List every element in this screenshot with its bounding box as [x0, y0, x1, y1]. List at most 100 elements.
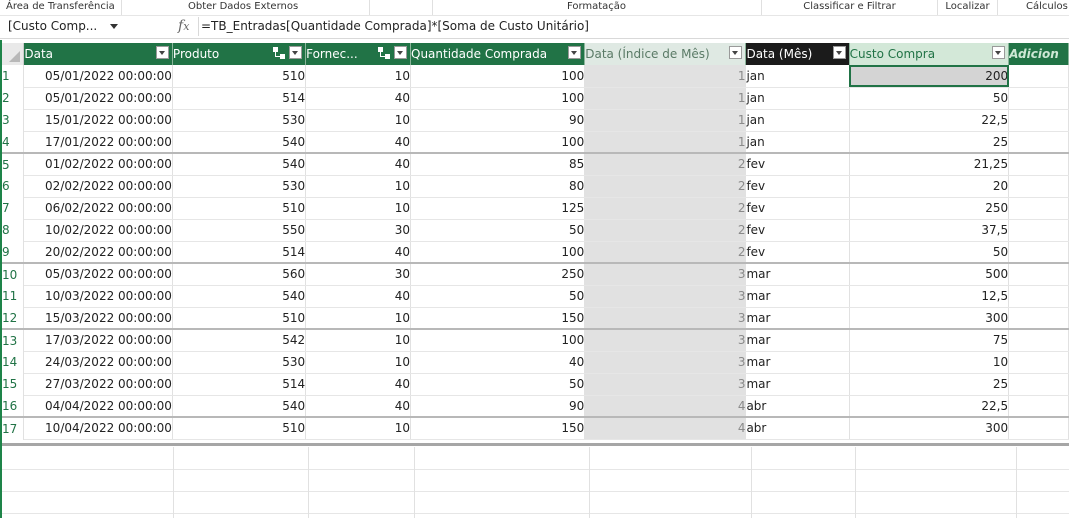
cell-quantidade[interactable]: 125 — [410, 197, 586, 220]
cell-data[interactable]: 27/03/2022 00:00:00 — [23, 373, 173, 396]
cell-custo-compra[interactable]: 50 — [849, 241, 1010, 264]
table-row[interactable]: 15 27/03/2022 00:00:00 514 40 50 3 mar 25 — [2, 373, 1069, 396]
cell-custo-compra[interactable]: 20 — [849, 175, 1010, 198]
cell-add-column[interactable] — [1008, 131, 1069, 154]
cell-produto[interactable]: 510 — [172, 65, 307, 88]
cell-produto[interactable]: 540 — [172, 285, 307, 308]
cell-indice-mes[interactable]: 2 — [584, 175, 747, 198]
row-number[interactable]: 7 — [2, 197, 25, 219]
cell-add-column[interactable] — [1008, 263, 1069, 286]
table-row[interactable]: 16 04/04/2022 00:00:00 540 40 90 4 abr 22,5 — [2, 395, 1069, 418]
cell-fornecedor[interactable]: 10 — [305, 109, 411, 132]
cell-produto[interactable]: 540 — [172, 395, 307, 418]
cell-mes[interactable]: jan — [745, 131, 850, 154]
row-number[interactable]: 10 — [2, 263, 25, 285]
row-number[interactable]: 9 — [2, 241, 25, 264]
cell-mes[interactable]: mar — [745, 285, 850, 308]
cell-produto[interactable]: 510 — [172, 197, 307, 220]
cell-add-column[interactable] — [1008, 395, 1069, 418]
cell-fornecedor[interactable]: 40 — [305, 87, 411, 110]
cell-quantidade[interactable]: 100 — [410, 241, 586, 264]
cell-fornecedor[interactable]: 30 — [305, 263, 411, 286]
cell-produto[interactable]: 514 — [172, 87, 307, 110]
cell-data[interactable]: 01/02/2022 00:00:00 — [23, 153, 173, 176]
cell-indice-mes[interactable]: 3 — [584, 373, 747, 396]
filter-dropdown-icon[interactable] — [992, 46, 1006, 59]
cell-mes[interactable]: mar — [745, 373, 850, 396]
cell-custo-compra[interactable]: 12,5 — [849, 285, 1010, 308]
row-number[interactable]: 3 — [2, 109, 25, 131]
cell-fornecedor[interactable]: 10 — [305, 329, 411, 352]
cell-add-column[interactable] — [1008, 351, 1069, 374]
cell-indice-mes[interactable]: 2 — [584, 219, 747, 242]
cell-indice-mes[interactable]: 3 — [584, 329, 747, 352]
column-header-data[interactable]: Data — [23, 43, 173, 65]
cell-quantidade[interactable]: 100 — [410, 131, 586, 154]
cell-mes[interactable]: mar — [745, 329, 850, 352]
cell-custo-compra[interactable]: 10 — [849, 351, 1010, 374]
cell-mes[interactable]: fev — [745, 219, 850, 242]
cell-data[interactable]: 15/03/2022 00:00:00 — [23, 307, 173, 330]
cell-indice-mes[interactable]: 2 — [584, 241, 747, 264]
cell-indice-mes[interactable]: 1 — [584, 87, 747, 110]
row-number[interactable]: 12 — [2, 307, 25, 330]
cell-data[interactable]: 05/01/2022 00:00:00 — [23, 65, 173, 88]
cell-fornecedor[interactable]: 10 — [305, 175, 411, 198]
cell-indice-mes[interactable]: 1 — [584, 65, 747, 88]
cell-custo-compra[interactable]: 250 — [849, 197, 1010, 220]
cell-quantidade[interactable]: 100 — [410, 65, 586, 88]
filter-dropdown-icon[interactable] — [568, 46, 582, 59]
cell-mes[interactable]: abr — [745, 395, 850, 418]
cell-quantidade[interactable]: 150 — [410, 417, 586, 440]
row-number[interactable]: 11 — [2, 285, 25, 307]
cell-add-column[interactable] — [1008, 219, 1069, 242]
column-header-add-column[interactable]: Adicion — [1008, 43, 1069, 65]
table-row[interactable]: 17 10/04/2022 00:00:00 510 10 150 4 abr 300 — [2, 417, 1069, 440]
cell-quantidade[interactable]: 85 — [410, 153, 586, 176]
cell-quantidade[interactable]: 250 — [410, 263, 586, 286]
cell-quantidade[interactable]: 100 — [410, 329, 586, 352]
cell-mes[interactable]: fev — [745, 197, 850, 220]
name-box[interactable]: [Custo Comp... — [2, 17, 163, 36]
column-header-data-mes[interactable]: Data (Mês) — [745, 43, 850, 65]
cell-fornecedor[interactable]: 10 — [305, 197, 411, 220]
cell-custo-compra[interactable]: 21,25 — [849, 153, 1010, 176]
cell-mes[interactable]: mar — [745, 351, 850, 374]
cell-indice-mes[interactable]: 4 — [584, 395, 747, 418]
cell-data[interactable]: 06/02/2022 00:00:00 — [23, 197, 173, 220]
cell-mes[interactable]: fev — [745, 153, 850, 176]
cell-custo-compra[interactable]: 500 — [849, 263, 1010, 286]
cell-fornecedor[interactable]: 40 — [305, 285, 411, 308]
cell-produto[interactable]: 530 — [172, 175, 307, 198]
filter-dropdown-icon[interactable] — [832, 46, 846, 59]
cell-add-column[interactable] — [1008, 175, 1069, 198]
cell-quantidade[interactable]: 40 — [410, 351, 586, 374]
cell-fornecedor[interactable]: 10 — [305, 65, 411, 88]
row-number[interactable]: 17 — [2, 417, 25, 439]
cell-fornecedor[interactable]: 30 — [305, 219, 411, 242]
cell-custo-compra[interactable]: 200 — [849, 65, 1010, 88]
table-row[interactable]: 1 05/01/2022 00:00:00 510 10 100 1 jan 200 — [2, 65, 1069, 88]
cell-mes[interactable]: mar — [745, 263, 850, 286]
cell-data[interactable]: 17/03/2022 00:00:00 — [23, 329, 173, 352]
cell-produto[interactable]: 510 — [172, 307, 307, 330]
cell-quantidade[interactable]: 80 — [410, 175, 586, 198]
cell-produto[interactable]: 530 — [172, 351, 307, 374]
cell-add-column[interactable] — [1008, 197, 1069, 220]
cell-produto[interactable]: 514 — [172, 373, 307, 396]
cell-produto[interactable]: 530 — [172, 109, 307, 132]
cell-add-column[interactable] — [1008, 87, 1069, 110]
column-header-custo-compra[interactable]: Custo Compra — [849, 43, 1010, 65]
table-row[interactable]: 8 10/02/2022 00:00:00 550 30 50 2 fev 37,5 — [2, 219, 1069, 242]
cell-data[interactable]: 04/04/2022 00:00:00 — [23, 395, 173, 418]
cell-add-column[interactable] — [1008, 109, 1069, 132]
cell-indice-mes[interactable]: 3 — [584, 307, 747, 330]
row-number[interactable]: 4 — [2, 131, 25, 154]
row-number[interactable]: 14 — [2, 351, 25, 373]
cell-quantidade[interactable]: 50 — [410, 373, 586, 396]
cell-indice-mes[interactable]: 1 — [584, 131, 747, 154]
cell-mes[interactable]: jan — [745, 87, 850, 110]
row-number[interactable]: 1 — [2, 65, 25, 87]
cell-data[interactable]: 10/02/2022 00:00:00 — [23, 219, 173, 242]
cell-add-column[interactable] — [1008, 417, 1069, 440]
